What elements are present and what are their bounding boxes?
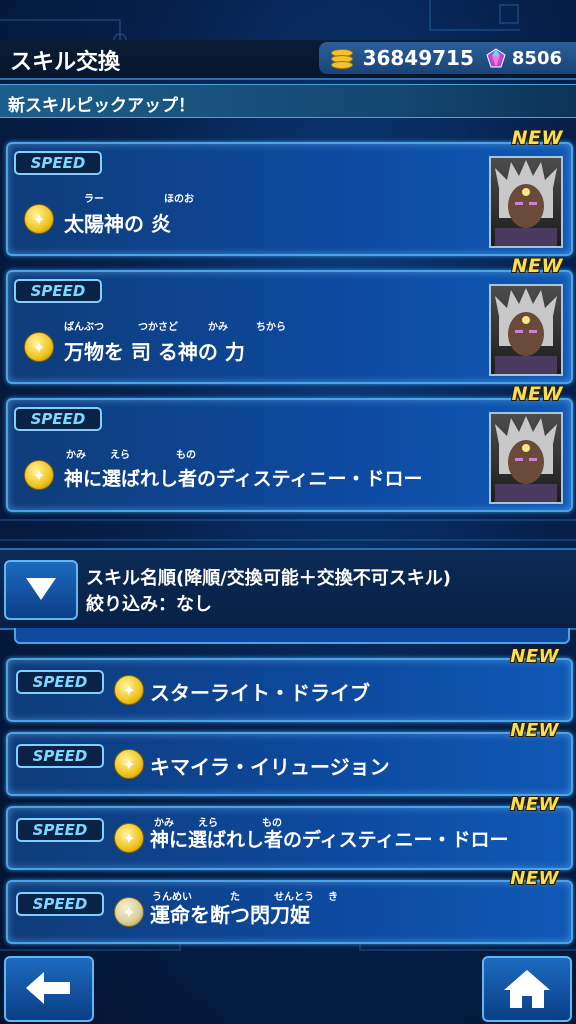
new-badge: NEW — [511, 383, 563, 405]
svg-text:SPEED: SPEED — [33, 895, 88, 913]
new-badge: NEW — [510, 646, 559, 667]
skill-list-item[interactable]: SPEED NEW ✦ キマイラ・イリュージョン — [6, 720, 573, 796]
svg-text:SPEED: SPEED — [33, 821, 88, 839]
gold-coin-icon — [330, 47, 355, 69]
skill-name: スターライト・ドライブ — [150, 681, 370, 705]
featured-skill-card[interactable]: SPEED NEW かみ えら もの ✦ 神に選ばれし者のディスティニー・ドロー — [6, 383, 573, 512]
header-bar: スキル交換 36849715 8506 — [0, 40, 576, 80]
star-icon: ✦ — [114, 823, 144, 853]
speed-badge-icon: SPEED — [16, 892, 104, 916]
home-button[interactable] — [482, 956, 572, 1022]
svg-text:SPEED: SPEED — [31, 154, 86, 172]
speed-badge-icon: SPEED — [16, 670, 104, 694]
sort-order-label[interactable]: スキル名順(降順/交換可能＋交換不可スキル) — [86, 564, 451, 590]
character-portrait — [489, 156, 563, 248]
new-badge: NEW — [511, 127, 563, 149]
star-icon: ✦ — [114, 897, 144, 927]
svg-text:SPEED: SPEED — [33, 673, 88, 691]
character-portrait — [489, 284, 563, 376]
gem-amount: 8506 — [511, 47, 562, 69]
star-icon: ✦ — [24, 204, 54, 234]
triangle-down-icon — [26, 578, 56, 600]
list-item-partial — [14, 628, 570, 644]
home-icon — [504, 970, 550, 1008]
ruby-text: き — [328, 892, 338, 903]
new-badge: NEW — [510, 868, 559, 889]
ruby-text: つかさど — [138, 322, 178, 333]
sort-bar: スキル名順(降順/交換可能＋交換不可スキル) 絞り込み：なし — [0, 548, 576, 630]
skill-list-item[interactable]: SPEED NEW うんめい た せんとう き ✦ 運命を断つ閃刀姫 — [6, 868, 573, 944]
ruby-text: かみ — [208, 322, 228, 333]
back-button[interactable] — [4, 956, 94, 1022]
svg-text:SPEED: SPEED — [31, 282, 86, 300]
speed-badge-icon: SPEED — [14, 407, 102, 431]
character-portrait — [489, 412, 563, 504]
pickup-banner: 新スキルピックアップ！ — [0, 84, 576, 118]
ruby-text: ちから — [256, 322, 286, 333]
ruby-text: かみ — [66, 450, 86, 461]
speed-badge-icon: SPEED — [16, 744, 104, 768]
skill-name: キマイラ・イリュージョン — [150, 755, 390, 779]
pickup-label: 新スキルピックアップ！ — [8, 96, 195, 116]
sort-toggle-button[interactable] — [4, 560, 78, 620]
ruby-text: ほのお — [164, 194, 194, 205]
featured-skill-card[interactable]: SPEED NEW ばんぶつ つかさど かみ ちから ✦ 万物を 司 る神の 力 — [6, 255, 573, 384]
skill-name: 太陽神の 炎 — [64, 212, 171, 236]
gem-icon — [486, 48, 506, 68]
skill-list-item[interactable]: SPEED NEW かみ えら もの ✦ 神に選ばれし者のディスティニー・ドロー — [6, 794, 573, 870]
arrow-left-icon — [26, 972, 70, 1004]
speed-badge-icon: SPEED — [14, 151, 102, 175]
filter-label[interactable]: 絞り込み：なし — [86, 590, 212, 616]
speed-badge-icon: SPEED — [16, 818, 104, 842]
svg-text:SPEED: SPEED — [31, 410, 86, 428]
speed-badge-icon: SPEED — [14, 279, 102, 303]
new-badge: NEW — [511, 255, 563, 277]
new-badge: NEW — [510, 720, 559, 741]
skill-name: 神に選ばれし者のディスティニー・ドロー — [64, 468, 423, 490]
star-icon: ✦ — [24, 460, 54, 490]
ruby-text: もの — [176, 450, 196, 461]
star-icon: ✦ — [114, 749, 144, 779]
currency-panel: 36849715 8506 — [318, 42, 576, 74]
ruby-text: ラー — [84, 194, 104, 205]
star-icon: ✦ — [114, 675, 144, 705]
featured-skill-card[interactable]: SPEED NEW ラー ほのお ✦ 太陽神の 炎 — [6, 127, 573, 256]
skill-name: 神に選ばれし者のディスティニー・ドロー — [150, 829, 509, 851]
page-title: スキル交換 — [10, 50, 121, 75]
star-icon: ✦ — [24, 332, 54, 362]
coin-amount: 36849715 — [362, 46, 474, 70]
skill-list-item[interactable]: SPEED NEW ✦ スターライト・ドライブ — [6, 646, 573, 722]
svg-text:SPEED: SPEED — [33, 747, 88, 765]
ruby-text: ばんぶつ — [64, 322, 104, 333]
ruby-text: えら — [110, 450, 130, 461]
new-badge: NEW — [510, 794, 559, 815]
skill-name: 運命を断つ閃刀姫 — [150, 903, 310, 927]
skill-name: 万物を 司 る神の 力 — [64, 340, 245, 364]
